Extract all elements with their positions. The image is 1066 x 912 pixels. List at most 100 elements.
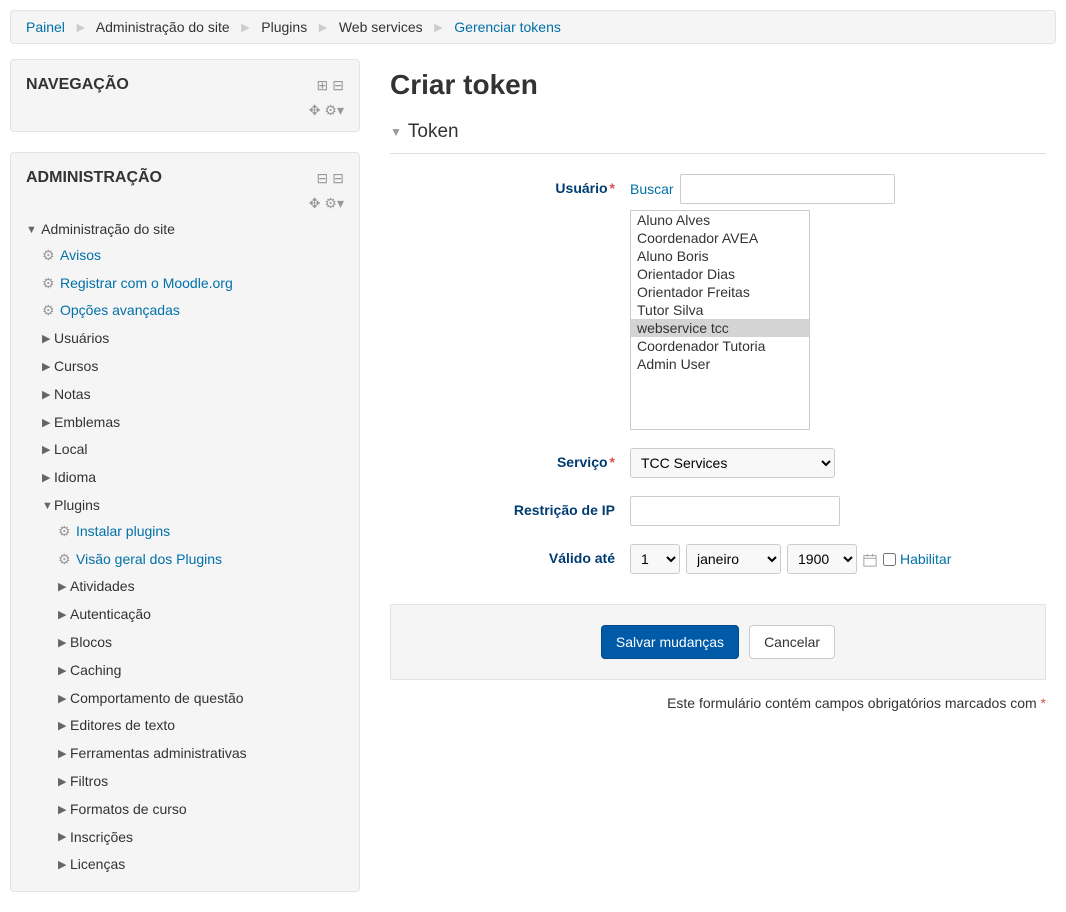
tree-item[interactable]: ▶Autenticação (58, 601, 344, 629)
gear-icon: ⚙ (58, 520, 72, 544)
chevron-right-icon[interactable]: ▶ (42, 330, 54, 349)
page-title: Criar token (390, 69, 1046, 101)
expand-icon[interactable]: ⊞ (317, 77, 329, 94)
collapse-icon[interactable]: ⊟ (332, 77, 344, 94)
user-option[interactable]: Tutor Silva (631, 301, 809, 319)
chevron-right-icon[interactable]: ▶ (58, 856, 70, 875)
chevron-right-icon: ► (432, 19, 446, 35)
tree-item[interactable]: ▶Local (42, 436, 344, 464)
chevron-right-icon[interactable]: ▶ (42, 386, 54, 405)
chevron-down-icon[interactable]: ▼ (26, 221, 38, 240)
tree-item[interactable]: ▶Idioma (42, 464, 344, 492)
month-select[interactable]: janeiro (686, 544, 781, 574)
chevron-down-icon[interactable]: ▼ (42, 497, 54, 516)
save-button[interactable]: Salvar mudanças (601, 625, 739, 659)
user-option[interactable]: Coordenador Tutoria (631, 337, 809, 355)
cancel-button[interactable]: Cancelar (749, 625, 835, 659)
user-option[interactable]: Orientador Dias (631, 265, 809, 283)
user-option[interactable]: Orientador Freitas (631, 283, 809, 301)
chevron-right-icon[interactable]: ▶ (58, 634, 70, 653)
tree-item[interactable]: ⚙Instalar plugins (58, 518, 344, 546)
tree-item[interactable]: ▶Atividades (58, 573, 344, 601)
tree-item[interactable]: ▶Inscrições (58, 824, 344, 852)
year-select[interactable]: 1900 (787, 544, 857, 574)
tree-item[interactable]: ▶Ferramentas administrativas (58, 740, 344, 768)
chevron-right-icon[interactable]: ▶ (58, 801, 70, 820)
move-icon[interactable]: ✥ (309, 195, 321, 211)
gear-icon: ⚙ (42, 272, 56, 296)
block-title: ADMINISTRAÇÃO (26, 169, 162, 187)
tree-item[interactable]: ▶Editores de texto (58, 712, 344, 740)
tree-item[interactable]: ▶Emblemas (42, 409, 344, 437)
chevron-right-icon[interactable]: ▶ (42, 414, 54, 433)
user-option[interactable]: webservice tcc (631, 319, 809, 337)
breadcrumb: Painel ► Administração do site ► Plugins… (10, 10, 1056, 44)
chevron-right-icon[interactable]: ▶ (58, 578, 70, 597)
user-option[interactable]: Aluno Alves (631, 211, 809, 229)
chevron-right-icon[interactable]: ▶ (58, 745, 70, 764)
search-label: Buscar (630, 181, 674, 197)
tree-item[interactable]: ▶Notas (42, 381, 344, 409)
user-listbox[interactable]: Aluno AlvesCoordenador AVEAAluno BorisOr… (630, 210, 810, 430)
chevron-right-icon[interactable]: ▶ (58, 662, 70, 681)
chevron-right-icon: ► (74, 19, 88, 35)
tree-item[interactable]: ▶Formatos de curso (58, 796, 344, 824)
section-title: Token (408, 121, 459, 143)
enable-checkbox[interactable] (883, 553, 896, 566)
tree-item[interactable]: ▶Usuários (42, 325, 344, 353)
move-icon[interactable]: ✥ (309, 102, 321, 118)
chevron-right-icon[interactable]: ▶ (58, 828, 70, 847)
chevron-right-icon[interactable]: ▶ (42, 469, 54, 488)
main-content: Criar token ▼ Token Usuário* Buscar Alun… (370, 59, 1066, 912)
breadcrumb-item[interactable]: Gerenciar tokens (454, 19, 561, 35)
tree-item[interactable]: ⚙Visão geral dos Plugins (58, 546, 344, 574)
chevron-right-icon: ► (316, 19, 330, 35)
tree-item-plugins[interactable]: ▼Plugins⚙Instalar plugins⚙Visão geral do… (42, 492, 344, 881)
search-input[interactable] (680, 174, 895, 204)
collapse-icon[interactable]: ⊟ (317, 170, 329, 187)
user-option[interactable]: Coordenador AVEA (631, 229, 809, 247)
tree-item[interactable]: ⚙Registrar com o Moodle.org (42, 270, 344, 298)
tree-item[interactable]: ▶Comportamento de questão (58, 685, 344, 713)
user-option[interactable]: Aluno Boris (631, 247, 809, 265)
required-note: Este formulário contém campos obrigatóri… (390, 695, 1046, 711)
gear-icon: ⚙ (42, 244, 56, 268)
chevron-right-icon: ► (239, 19, 253, 35)
section-toggle[interactable]: ▼ Token (390, 121, 1046, 143)
ip-label: Restrição de IP (390, 496, 630, 518)
block-title: NAVEGAÇÃO (26, 76, 129, 94)
tree-item[interactable]: ⚙Opções avançadas (42, 297, 344, 325)
chevron-right-icon[interactable]: ▶ (42, 441, 54, 460)
chevron-right-icon[interactable]: ▶ (58, 717, 70, 736)
ip-input[interactable] (630, 496, 840, 526)
navigation-block: NAVEGAÇÃO ⊞ ⊟ ✥ ⚙▾ (10, 59, 360, 132)
tree-item[interactable]: ⚙Avisos (42, 242, 344, 270)
administration-block: ADMINISTRAÇÃO ⊟ ⊟ ✥ ⚙▾ ▼ Administração d… (10, 152, 360, 892)
valid-label: Válido até (390, 544, 630, 566)
chevron-right-icon[interactable]: ▶ (58, 690, 70, 709)
breadcrumb-item[interactable]: Painel (26, 19, 65, 35)
tree-item[interactable]: ▶Filtros (58, 768, 344, 796)
tree-item[interactable]: ▶Blocos (58, 629, 344, 657)
breadcrumb-item: Web services (339, 19, 423, 35)
tree-item[interactable]: ▶Caching (58, 657, 344, 685)
service-select[interactable]: TCC Services (630, 448, 835, 478)
tree-root[interactable]: Administração do site (41, 221, 175, 237)
action-bar: Salvar mudanças Cancelar (390, 604, 1046, 680)
gear-icon[interactable]: ⚙▾ (324, 102, 344, 118)
tree-item[interactable]: ▶Licenças (58, 851, 344, 879)
chevron-down-icon: ▼ (390, 125, 402, 139)
chevron-right-icon[interactable]: ▶ (58, 773, 70, 792)
user-option[interactable]: Admin User (631, 355, 809, 373)
calendar-icon[interactable] (863, 551, 877, 567)
service-label: Serviço* (390, 448, 630, 470)
day-select[interactable]: 1 (630, 544, 680, 574)
hide-icon[interactable]: ⊟ (332, 170, 344, 187)
enable-checkbox-label[interactable]: Habilitar (883, 551, 951, 567)
gear-icon: ⚙ (58, 548, 72, 572)
breadcrumb-item: Administração do site (96, 19, 230, 35)
tree-item[interactable]: ▶Cursos (42, 353, 344, 381)
gear-icon[interactable]: ⚙▾ (324, 195, 344, 211)
chevron-right-icon[interactable]: ▶ (42, 358, 54, 377)
chevron-right-icon[interactable]: ▶ (58, 606, 70, 625)
